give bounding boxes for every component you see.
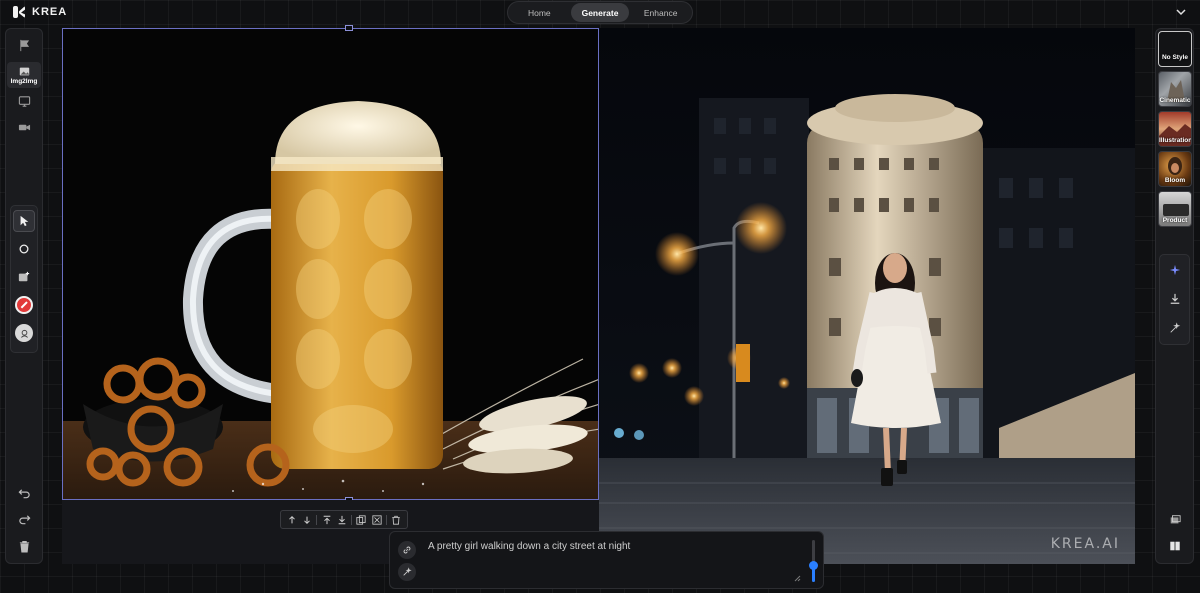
send-to-back-button[interactable] (336, 514, 348, 526)
circle-icon (19, 244, 29, 254)
face-icon (15, 324, 33, 342)
mode-tabs: Home Generate Enhance (507, 1, 693, 24)
pointer-icon (20, 215, 29, 227)
trash-icon (19, 540, 29, 552)
prompt-panel: A pretty girl walking down a city street… (389, 531, 824, 589)
magic-icon (1170, 322, 1181, 333)
bring-to-front-icon (323, 515, 330, 524)
output-canvas[interactable]: KREA.AI (599, 28, 1135, 564)
circle-tool-button[interactable] (13, 238, 35, 260)
style-label: Illustration (1159, 137, 1192, 144)
style-no-style[interactable]: No Style (1158, 31, 1192, 67)
style-panel: No Style Cinematic Illustration Bloom Pr… (1155, 28, 1194, 564)
img2img-label: Img2Img (10, 77, 38, 85)
tab-home[interactable]: Home (510, 3, 569, 22)
bring-to-front-button[interactable] (321, 514, 333, 526)
img2img-mode-button[interactable]: Img2Img (7, 62, 41, 88)
image-icon (19, 67, 29, 75)
style-cinematic[interactable]: Cinematic (1158, 71, 1192, 107)
layers-icon (1170, 515, 1181, 524)
redo-icon (18, 514, 30, 524)
left-toolbar: Img2Img (5, 28, 43, 564)
ai-prompt-button[interactable] (398, 563, 416, 581)
brand-logo[interactable]: KREA (12, 5, 67, 19)
link-icon (403, 546, 411, 554)
wand-icon (403, 567, 412, 576)
undo-button[interactable] (10, 481, 38, 505)
remove-bg-icon (372, 514, 382, 525)
split-view-button[interactable] (1166, 537, 1184, 555)
drawing-tools (10, 205, 38, 353)
split-view-icon (1170, 541, 1180, 551)
chevron-down-icon[interactable] (1174, 5, 1188, 19)
link-prompt-button[interactable] (398, 541, 416, 559)
toolbar-divider (351, 514, 353, 525)
move-down-icon (304, 516, 310, 524)
flag-button[interactable] (10, 33, 38, 57)
upscale-button[interactable] (1166, 261, 1184, 279)
duplicate-button[interactable] (355, 514, 367, 526)
style-label: Bloom (1164, 177, 1186, 184)
add-image-tool-button[interactable] (13, 266, 35, 288)
style-product[interactable]: Product (1158, 191, 1192, 227)
resize-handle-top[interactable] (345, 25, 353, 31)
resize-grip-icon[interactable] (794, 575, 801, 582)
ai-strength-slider[interactable] (809, 540, 818, 582)
color-picker-icon (15, 296, 33, 314)
image-actions (1159, 254, 1190, 345)
download-icon (1170, 293, 1180, 304)
city-street-image (599, 28, 1135, 564)
style-label: Product (1162, 217, 1188, 224)
style-bloom[interactable]: Bloom (1158, 151, 1192, 187)
beer-mug-image (63, 29, 598, 499)
prompt-input[interactable]: A pretty girl walking down a city street… (428, 541, 798, 581)
realtime-mode-button[interactable] (10, 89, 38, 113)
remove-background-button[interactable] (371, 514, 383, 526)
move-down-button[interactable] (301, 514, 313, 526)
tab-enhance[interactable]: Enhance (631, 3, 690, 22)
style-label: Cinematic (1159, 97, 1191, 104)
layer-toolbar (280, 510, 408, 529)
delete-icon (392, 515, 401, 525)
image-add-icon (18, 271, 30, 282)
delete-layer-button[interactable] (390, 514, 402, 526)
style-label: No Style (1161, 54, 1188, 61)
slider-thumb[interactable] (809, 561, 818, 570)
krea-logo-icon (12, 5, 26, 19)
toolbar-divider (316, 514, 318, 525)
video-mode-button[interactable] (10, 115, 38, 139)
clear-canvas-button[interactable] (10, 534, 38, 558)
brand-name: KREA (32, 6, 68, 18)
layers-button[interactable] (1166, 511, 1184, 529)
undo-icon (18, 488, 30, 498)
style-illustration[interactable]: Illustration (1158, 111, 1192, 147)
download-button[interactable] (1166, 290, 1184, 308)
duplicate-icon (356, 514, 367, 525)
tab-generate[interactable]: Generate (570, 3, 630, 22)
input-canvas[interactable] (62, 28, 599, 500)
face-tool-button[interactable] (13, 322, 35, 344)
krea-watermark: KREA.AI (1050, 536, 1120, 552)
redo-button[interactable] (10, 507, 38, 531)
monitor-icon (18, 95, 30, 107)
magic-edit-button[interactable] (1166, 319, 1184, 337)
send-to-back-icon (338, 515, 346, 524)
flag-icon (19, 39, 29, 51)
sparkle-icon (1169, 264, 1181, 276)
color-picker-button[interactable] (13, 294, 35, 316)
video-icon (18, 124, 30, 130)
select-tool-button[interactable] (13, 210, 35, 232)
move-up-icon (288, 515, 295, 523)
toolbar-divider (386, 514, 388, 525)
move-up-button[interactable] (286, 514, 298, 526)
